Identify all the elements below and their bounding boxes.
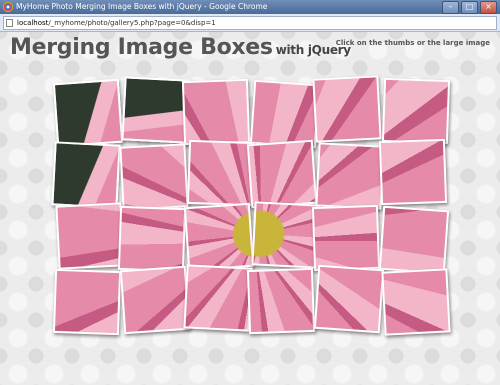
gallery-thumb[interactable] bbox=[249, 79, 321, 149]
page-title-text: Merging Image Boxes bbox=[10, 35, 273, 60]
gallery-thumb[interactable] bbox=[55, 202, 125, 270]
gallery-thumb[interactable] bbox=[381, 268, 451, 336]
url-path: /_myhome/photo/gallery5.php?page=0&disp=… bbox=[48, 19, 216, 27]
gallery-thumb[interactable] bbox=[181, 78, 251, 146]
gallery-thumb[interactable] bbox=[119, 143, 189, 211]
browser-window: MyHome Photo Merging Image Boxes with jQ… bbox=[0, 0, 500, 385]
maximize-button[interactable]: □ bbox=[461, 1, 478, 14]
page-hint: Click on the thumbs or the large image bbox=[335, 39, 490, 47]
gallery-thumb[interactable] bbox=[246, 267, 316, 335]
gallery-thumb[interactable] bbox=[381, 77, 451, 145]
gallery-thumb[interactable] bbox=[315, 142, 385, 210]
gallery-thumb[interactable] bbox=[119, 265, 191, 335]
window-titlebar[interactable]: MyHome Photo Merging Image Boxes with jQ… bbox=[0, 0, 500, 14]
gallery-thumb[interactable] bbox=[121, 76, 191, 144]
page-title: Merging Image Boxes with jQuery bbox=[10, 35, 351, 60]
window-title: MyHome Photo Merging Image Boxes with jQ… bbox=[16, 2, 268, 11]
gallery-thumb[interactable] bbox=[312, 75, 382, 143]
address-bar: localhost/_myhome/photo/gallery5.php?pag… bbox=[0, 14, 500, 32]
gallery-thumb[interactable] bbox=[378, 138, 448, 206]
page-content: Merging Image Boxes with jQuery Click on … bbox=[0, 32, 500, 385]
gallery-thumb[interactable] bbox=[117, 205, 187, 273]
url-text: localhost/_myhome/photo/gallery5.php?pag… bbox=[17, 17, 216, 29]
page-icon bbox=[6, 19, 13, 27]
gallery-thumb[interactable] bbox=[313, 264, 385, 334]
gallery-thumb[interactable] bbox=[311, 204, 381, 272]
gallery-thumb[interactable] bbox=[251, 201, 321, 269]
url-field[interactable]: localhost/_myhome/photo/gallery5.php?pag… bbox=[3, 16, 497, 30]
close-button[interactable]: × bbox=[480, 1, 497, 14]
window-controls: – □ × bbox=[442, 1, 497, 14]
gallery-thumb[interactable] bbox=[183, 264, 253, 332]
gallery-thumb[interactable] bbox=[378, 205, 450, 275]
gallery-thumb[interactable] bbox=[52, 78, 124, 148]
gallery-thumb[interactable] bbox=[51, 141, 121, 209]
chrome-logo-icon bbox=[3, 2, 13, 12]
gallery-thumb[interactable] bbox=[183, 202, 255, 272]
url-host: localhost bbox=[17, 19, 49, 27]
minimize-button[interactable]: – bbox=[442, 1, 459, 14]
gallery-thumb[interactable] bbox=[52, 268, 122, 336]
gallery-thumb[interactable] bbox=[246, 139, 318, 209]
gallery-thumb[interactable] bbox=[186, 139, 256, 207]
